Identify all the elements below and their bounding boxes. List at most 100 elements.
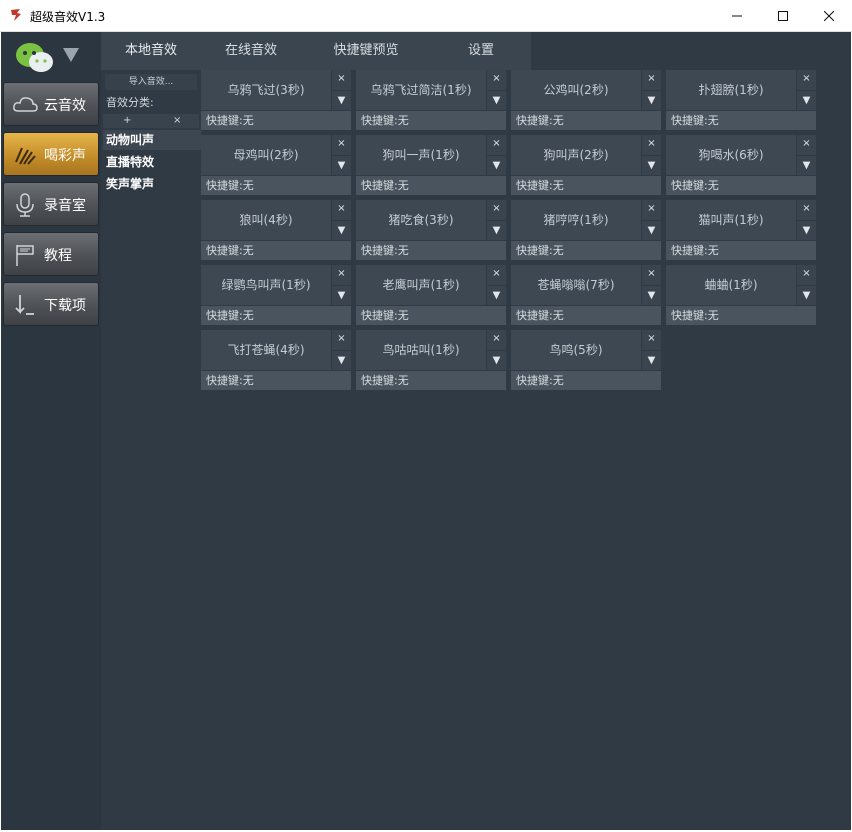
- sound-hotkey: 快捷键:无: [511, 306, 661, 325]
- remove-sound-button[interactable]: ×: [332, 135, 351, 155]
- sound-card[interactable]: 乌鸦飞过(3秒) × ▼ 快捷键:无: [201, 70, 351, 130]
- category-item-animals[interactable]: 动物叫声: [103, 130, 201, 150]
- sound-name: 飞打苍蝇(4秒): [227, 343, 305, 357]
- maximize-button[interactable]: [760, 0, 806, 31]
- category-item-live-effects[interactable]: 直播特效: [103, 152, 201, 172]
- remove-sound-button[interactable]: ×: [487, 70, 506, 90]
- close-button[interactable]: [806, 0, 852, 31]
- sound-hotkey: 快捷键:无: [511, 241, 661, 260]
- sidebar-item-tutorial[interactable]: 教程: [3, 232, 99, 276]
- remove-sound-button[interactable]: ×: [487, 330, 506, 350]
- window-title: 超级音效V1.3: [30, 10, 106, 24]
- remove-sound-button[interactable]: ×: [332, 265, 351, 285]
- sound-options-dropdown[interactable]: ▼: [642, 156, 661, 175]
- sound-card[interactable]: 狗叫声(2秒) × ▼ 快捷键:无: [511, 135, 661, 195]
- sidebar-item-downloads[interactable]: 下载项: [3, 282, 99, 326]
- remove-sound-button[interactable]: ×: [797, 265, 816, 285]
- remove-sound-button[interactable]: ×: [487, 265, 506, 285]
- sound-options-dropdown[interactable]: ▼: [487, 221, 506, 240]
- remove-sound-button[interactable]: ×: [642, 200, 661, 220]
- remove-sound-button[interactable]: ×: [642, 265, 661, 285]
- remove-sound-button[interactable]: ×: [487, 135, 506, 155]
- sound-card[interactable]: 鸟咕咕叫(1秒) × ▼ 快捷键:无: [356, 330, 506, 390]
- sound-options-dropdown[interactable]: ▼: [332, 91, 351, 110]
- sound-name: 狗喝水(6秒): [698, 148, 764, 162]
- cloud-icon: [13, 97, 38, 112]
- sound-card[interactable]: 狗叫一声(1秒) × ▼ 快捷键:无: [356, 135, 506, 195]
- remove-sound-button[interactable]: ×: [487, 200, 506, 220]
- app-body: 云音效 喝彩声 录音室 教程 下载项 本地音效 在线音效 快捷键预览 设置 导入…: [1, 32, 851, 830]
- sidebar-item-label: 教程: [44, 248, 72, 264]
- sound-name: 母鸡叫(2秒): [233, 148, 299, 162]
- sound-options-dropdown[interactable]: ▼: [797, 286, 816, 305]
- sound-options-dropdown[interactable]: ▼: [487, 286, 506, 305]
- category-item-laughter-applause[interactable]: 笑声掌声: [103, 174, 201, 194]
- hands-icon: [15, 147, 36, 165]
- sound-card[interactable]: 鸟鸣(5秒) × ▼ 快捷键:无: [511, 330, 661, 390]
- sound-options-dropdown[interactable]: ▼: [642, 351, 661, 370]
- delete-category-button[interactable]: ×: [173, 114, 181, 128]
- sound-card[interactable]: 蛐蛐(1秒) × ▼ 快捷键:无: [666, 265, 816, 325]
- sound-card[interactable]: 猫叫声(1秒) × ▼ 快捷键:无: [666, 200, 816, 260]
- sound-card[interactable]: 狼叫(4秒) × ▼ 快捷键:无: [201, 200, 351, 260]
- sound-card[interactable]: 扑翅膀(1秒) × ▼ 快捷键:无: [666, 70, 816, 130]
- tab-online-sounds[interactable]: 在线音效: [201, 32, 301, 70]
- sidebar-item-recording[interactable]: 录音室: [3, 182, 99, 226]
- remove-sound-button[interactable]: ×: [332, 330, 351, 350]
- remove-sound-button[interactable]: ×: [797, 135, 816, 155]
- sound-name: 绿鹦鸟叫声(1秒): [221, 278, 311, 292]
- sound-card[interactable]: 猪哼哼(1秒) × ▼ 快捷键:无: [511, 200, 661, 260]
- sound-card[interactable]: 乌鸦飞过简洁(1秒) × ▼ 快捷键:无: [356, 70, 506, 130]
- title-bar: 超级音效V1.3: [0, 0, 852, 32]
- flag-icon: [16, 245, 34, 266]
- remove-sound-button[interactable]: ×: [797, 70, 816, 90]
- minimize-button[interactable]: [714, 0, 760, 31]
- remove-sound-button[interactable]: ×: [332, 70, 351, 90]
- sound-options-dropdown[interactable]: ▼: [797, 221, 816, 240]
- sound-hotkey: 快捷键:无: [511, 176, 661, 195]
- close-icon: [824, 10, 834, 21]
- tab-settings[interactable]: 设置: [431, 32, 531, 70]
- sound-card[interactable]: 狗喝水(6秒) × ▼ 快捷键:无: [666, 135, 816, 195]
- remove-sound-button[interactable]: ×: [797, 200, 816, 220]
- sound-card[interactable]: 飞打苍蝇(4秒) × ▼ 快捷键:无: [201, 330, 351, 390]
- sound-card[interactable]: 老鹰叫声(1秒) × ▼ 快捷键:无: [356, 265, 506, 325]
- sound-options-dropdown[interactable]: ▼: [332, 156, 351, 175]
- remove-sound-button[interactable]: ×: [642, 330, 661, 350]
- sound-card[interactable]: 绿鹦鸟叫声(1秒) × ▼ 快捷键:无: [201, 265, 351, 325]
- sound-options-dropdown[interactable]: ▼: [797, 91, 816, 110]
- sound-options-dropdown[interactable]: ▼: [487, 351, 506, 370]
- sound-hotkey: 快捷键:无: [511, 111, 661, 130]
- remove-sound-button[interactable]: ×: [642, 135, 661, 155]
- wechat-icon[interactable]: [15, 40, 55, 76]
- sound-options-dropdown[interactable]: ▼: [487, 91, 506, 110]
- sound-options-dropdown[interactable]: ▼: [642, 221, 661, 240]
- sound-card[interactable]: 母鸡叫(2秒) × ▼ 快捷键:无: [201, 135, 351, 195]
- sound-card[interactable]: 公鸡叫(2秒) × ▼ 快捷键:无: [511, 70, 661, 130]
- sound-options-dropdown[interactable]: ▼: [797, 156, 816, 175]
- sound-options-dropdown[interactable]: ▼: [642, 91, 661, 110]
- sound-options-dropdown[interactable]: ▼: [332, 351, 351, 370]
- sidebar-item-cloud-sounds[interactable]: 云音效: [3, 82, 99, 126]
- sound-options-dropdown[interactable]: ▼: [332, 221, 351, 240]
- sound-options-dropdown[interactable]: ▼: [642, 286, 661, 305]
- remove-sound-button[interactable]: ×: [642, 70, 661, 90]
- sound-card[interactable]: 猪吃食(3秒) × ▼ 快捷键:无: [356, 200, 506, 260]
- sound-options-dropdown[interactable]: ▼: [487, 156, 506, 175]
- sound-name: 猪哼哼(1秒): [543, 213, 609, 227]
- import-sound-button[interactable]: 导入音效...: [105, 74, 197, 90]
- tab-hotkey-preview[interactable]: 快捷键预览: [301, 32, 431, 70]
- sound-card[interactable]: 苍蝇嗡嗡(7秒) × ▼ 快捷键:无: [511, 265, 661, 325]
- sound-hotkey: 快捷键:无: [511, 371, 661, 390]
- sound-hotkey: 快捷键:无: [201, 241, 351, 260]
- remove-sound-button[interactable]: ×: [332, 200, 351, 220]
- sound-name: 狗叫声(2秒): [543, 148, 609, 162]
- sound-hotkey: 快捷键:无: [666, 306, 816, 325]
- sound-name: 乌鸦飞过(3秒): [227, 83, 305, 97]
- add-category-button[interactable]: +: [123, 114, 131, 128]
- tab-local-sounds[interactable]: 本地音效: [101, 32, 201, 70]
- sidebar-item-label: 云音效: [44, 98, 86, 114]
- sound-options-dropdown[interactable]: ▼: [332, 286, 351, 305]
- sidebar-item-cheers[interactable]: 喝彩声: [3, 132, 99, 176]
- chevron-down-icon[interactable]: [63, 48, 79, 62]
